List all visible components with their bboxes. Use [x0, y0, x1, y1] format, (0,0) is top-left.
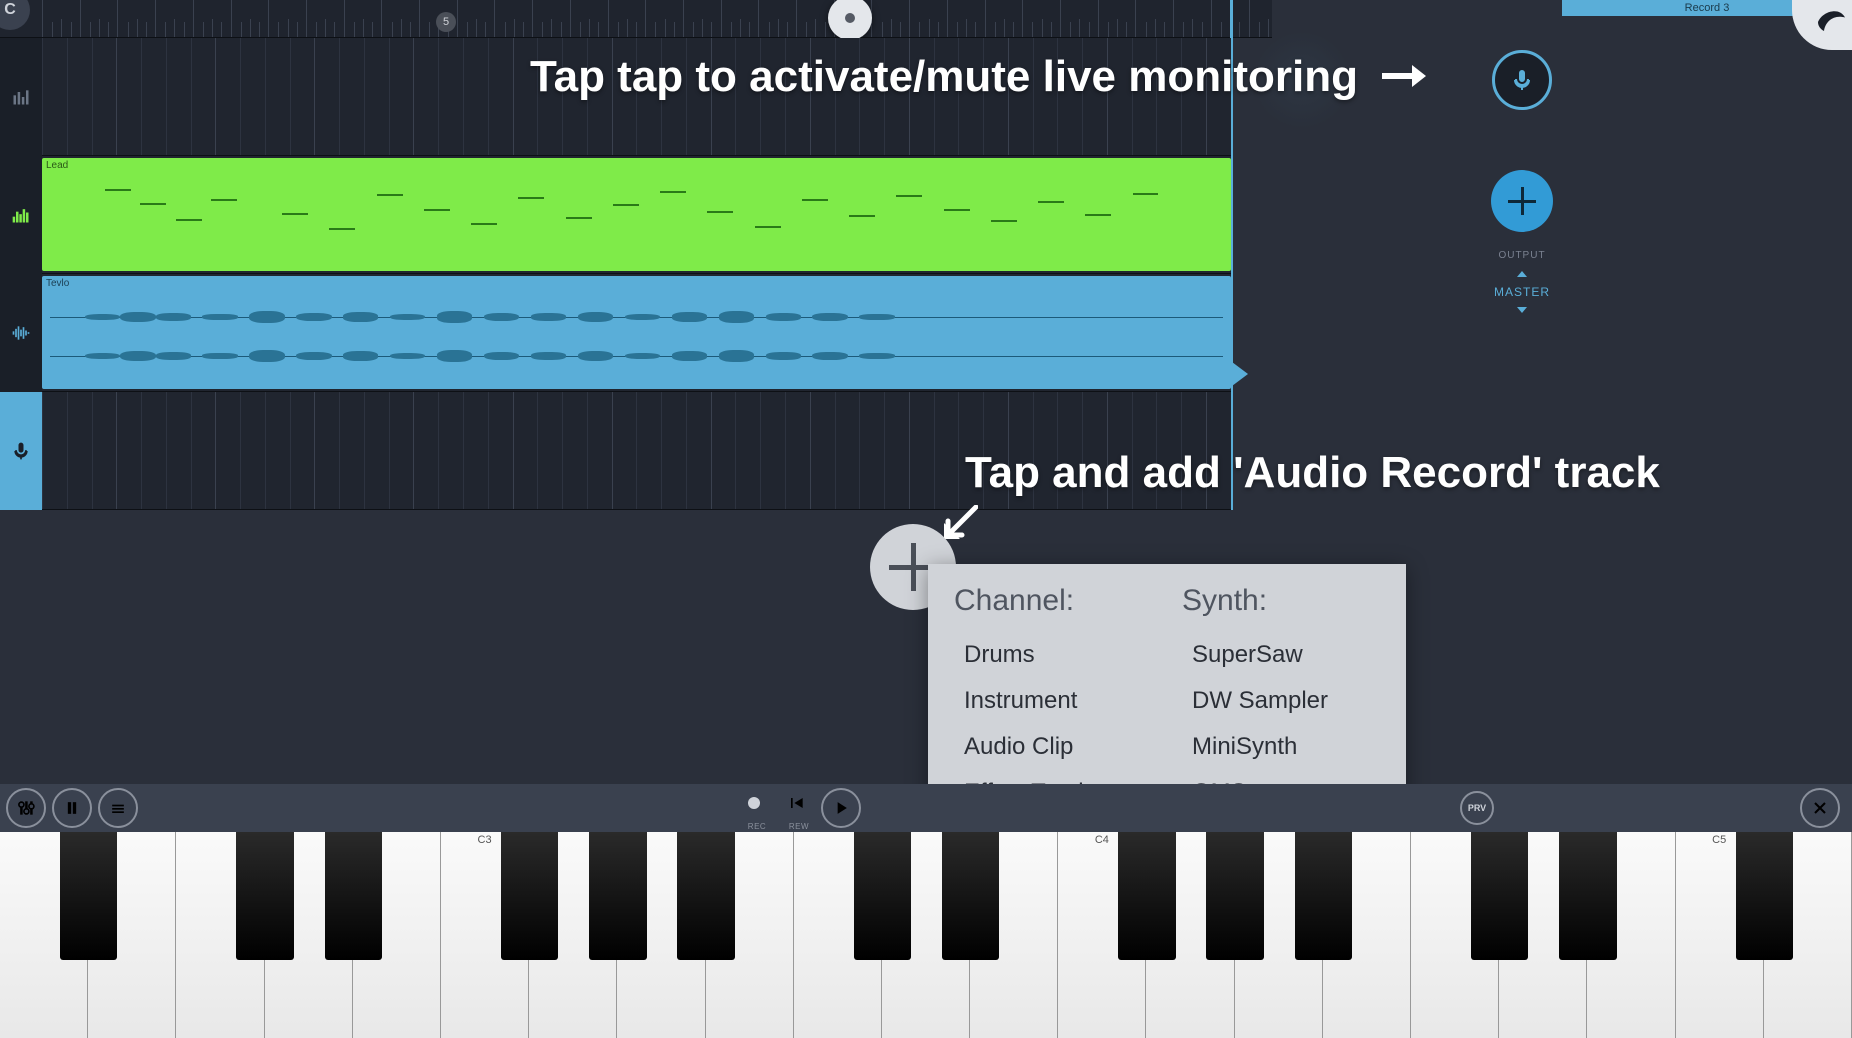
mic-icon [1510, 68, 1534, 92]
close-icon [1810, 798, 1830, 818]
chevron-up-icon [1515, 269, 1529, 279]
menu-button[interactable] [98, 788, 138, 828]
arrow-diagonal-icon [942, 505, 978, 541]
black-key[interactable] [1736, 832, 1793, 960]
rewind-button[interactable] [779, 786, 813, 820]
preview-button[interactable]: PRV [1460, 791, 1494, 825]
bars-icon [11, 87, 31, 107]
sliders-icon [16, 798, 36, 818]
waveform-icon [11, 323, 31, 343]
track-header-drums[interactable] [0, 38, 42, 156]
menu-item-minisynth[interactable]: MiniSynth [1182, 724, 1380, 770]
key-label-c4: C4 [1095, 834, 1109, 846]
lane-lead[interactable]: Lead // scatter some note dashes const n… [42, 156, 1231, 274]
track-lanes-area[interactable]: document.write(Array.from({length:48}).m… [42, 38, 1231, 510]
output-down-button[interactable] [1482, 303, 1562, 317]
black-key[interactable] [236, 832, 293, 960]
chevron-down-icon [1515, 305, 1529, 315]
black-key[interactable] [501, 832, 558, 960]
rew-label: REW [789, 822, 809, 831]
mic-icon [11, 441, 31, 461]
synth-heading: Synth: [1182, 584, 1380, 618]
menu-item-supersaw[interactable]: SuperSaw [1182, 632, 1380, 678]
output-section: OUTPUT MASTER [1482, 250, 1562, 317]
output-label: OUTPUT [1482, 250, 1562, 261]
menu-item-instrument[interactable]: Instrument [954, 678, 1152, 724]
rewind-icon [786, 793, 806, 813]
instruction-monitor: Tap tap to activate/mute live monitoring [530, 52, 1426, 102]
region-end-handle[interactable] [1232, 362, 1248, 386]
black-key[interactable] [1559, 832, 1616, 960]
monitor-mic-button[interactable] [1492, 50, 1552, 110]
bar-number-badge: 5 [436, 12, 456, 32]
black-key[interactable] [1471, 832, 1528, 960]
piano-keyboard[interactable]: // ~21 white keys document.write(Array.f… [0, 832, 1852, 1038]
black-key[interactable] [1118, 832, 1175, 960]
pause-icon [62, 798, 82, 818]
arrow-right-icon [1382, 52, 1426, 102]
black-key[interactable] [942, 832, 999, 960]
pause-button[interactable] [52, 788, 92, 828]
clip-audio[interactable]: Tevlo const blobs=[[3,7],[6,11],[9,8],[1… [42, 276, 1231, 389]
menu-item-drums[interactable]: Drums [954, 632, 1152, 678]
play-icon [831, 798, 851, 818]
output-destination[interactable]: MASTER [1482, 285, 1562, 299]
black-key[interactable] [677, 832, 734, 960]
track-header-record[interactable] [0, 392, 42, 510]
close-keyboard-button[interactable] [1800, 788, 1840, 828]
clip-lead[interactable]: Lead // scatter some note dashes const n… [42, 158, 1231, 271]
record-dot-icon [748, 797, 760, 809]
key-label-c3: C3 [478, 834, 492, 846]
midi-icon [11, 205, 31, 225]
track-header-lead[interactable] [0, 156, 42, 274]
record-button[interactable] [737, 786, 771, 820]
rec-label: REC [748, 822, 766, 831]
key-label-c5: C5 [1712, 834, 1726, 846]
black-key[interactable] [589, 832, 646, 960]
play-button[interactable] [821, 788, 861, 828]
menu-item-audio-clip[interactable]: Audio Clip [954, 724, 1152, 770]
black-key[interactable] [325, 832, 382, 960]
black-key[interactable] [60, 832, 117, 960]
menu-item-dw-sampler[interactable]: DW Sampler [1182, 678, 1380, 724]
track-header-audio[interactable] [0, 274, 42, 392]
black-key[interactable] [1206, 832, 1263, 960]
black-key[interactable] [854, 832, 911, 960]
transport-bar: REC REW PRV [0, 784, 1852, 832]
channel-heading: Channel: [954, 584, 1152, 618]
app-logo-icon[interactable] [1792, 0, 1852, 50]
output-up-button[interactable] [1482, 267, 1562, 281]
menu-lines-icon [108, 798, 128, 818]
lane-audio[interactable]: Tevlo const blobs=[[3,7],[6,11],[9,8],[1… [42, 274, 1231, 392]
instruction-add-track: Tap and add 'Audio Record' track [965, 448, 1660, 498]
black-key[interactable] [1295, 832, 1352, 960]
mixer-toggle-button[interactable] [6, 788, 46, 828]
add-effect-button[interactable] [1491, 170, 1553, 232]
track-sidebar [0, 38, 42, 510]
